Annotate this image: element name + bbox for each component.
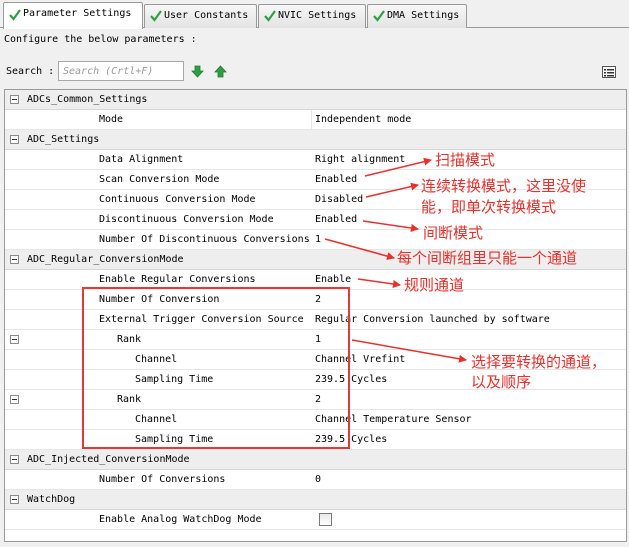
param-row-number-discontinuous[interactable]: Number Of Discontinuous Conversions 1 bbox=[5, 230, 626, 250]
annotation-scan: 扫描模式 bbox=[435, 151, 496, 169]
tab-dma-settings[interactable]: DMA Settings bbox=[367, 4, 467, 28]
check-icon bbox=[373, 10, 385, 22]
collapse-icon[interactable] bbox=[10, 335, 19, 344]
param-name: Number Of Discontinuous Conversions bbox=[99, 234, 310, 245]
annotation-select-1: 选择要转换的通道， bbox=[471, 353, 607, 371]
check-icon bbox=[9, 9, 21, 21]
tab-label: NVIC Settings bbox=[278, 10, 357, 21]
group-row-watchdog[interactable]: WatchDog bbox=[5, 490, 626, 510]
tab-bar: Parameter Settings User Constants NVIC S… bbox=[0, 0, 629, 29]
annotation-discontinuous: 间断模式 bbox=[423, 224, 484, 242]
arrow-down-icon[interactable] bbox=[191, 65, 204, 78]
group-title: ADC_Regular_ConversionMode bbox=[27, 254, 184, 265]
list-icon[interactable] bbox=[602, 66, 616, 78]
annotation-regular: 规则通道 bbox=[404, 276, 465, 294]
search-label: Search : bbox=[6, 66, 55, 77]
group-title: ADC_Settings bbox=[27, 134, 100, 145]
group-row-adc-settings[interactable]: ADC_Settings bbox=[5, 130, 626, 150]
check-icon bbox=[264, 10, 276, 22]
collapse-icon[interactable] bbox=[10, 95, 19, 104]
param-value[interactable]: Regular Conversion launched by software bbox=[315, 310, 550, 329]
tab-label: Parameter Settings bbox=[23, 8, 132, 19]
param-name: Continuous Conversion Mode bbox=[99, 194, 256, 205]
collapse-icon[interactable] bbox=[10, 135, 19, 144]
annotation-continuous-2: 能，即单次转换模式 bbox=[421, 198, 557, 216]
highlight-box bbox=[82, 287, 350, 449]
collapse-icon[interactable] bbox=[10, 255, 19, 264]
param-name: Discontinuous Conversion Mode bbox=[99, 214, 274, 225]
tab-parameter-settings[interactable]: Parameter Settings bbox=[3, 2, 143, 29]
group-title: ADCs_Common_Settings bbox=[27, 94, 148, 105]
collapse-icon[interactable] bbox=[10, 395, 19, 404]
annotation-continuous-1: 连续转换模式，这里没使 bbox=[421, 177, 587, 195]
group-row-injected-conversion[interactable]: ADC_Injected_ConversionMode bbox=[5, 450, 626, 470]
description-text: Configure the below parameters : bbox=[4, 34, 197, 45]
param-name: Mode bbox=[99, 114, 124, 125]
collapse-icon[interactable] bbox=[10, 495, 19, 504]
group-title: ADC_Injected_ConversionMode bbox=[27, 454, 190, 465]
group-title: WatchDog bbox=[27, 494, 76, 505]
param-value[interactable]: 1 bbox=[315, 230, 321, 249]
param-name: Enable Analog WatchDog Mode bbox=[99, 514, 262, 525]
param-value[interactable]: Disabled bbox=[315, 190, 363, 209]
param-row-analog-watchdog[interactable]: Enable Analog WatchDog Mode bbox=[5, 510, 626, 530]
watchdog-checkbox[interactable] bbox=[319, 513, 332, 526]
param-value[interactable]: Independent mode bbox=[315, 110, 411, 129]
param-name: Data Alignment bbox=[99, 154, 184, 165]
param-value[interactable]: 0 bbox=[315, 470, 321, 489]
param-row-injected-number[interactable]: Number Of Conversions 0 bbox=[5, 470, 626, 490]
tab-label: User Constants bbox=[164, 10, 249, 21]
param-value[interactable]: Enabled bbox=[315, 170, 357, 189]
group-row-adcs-common[interactable]: ADCs_Common_Settings bbox=[5, 90, 626, 110]
param-row-data-alignment[interactable]: Data Alignment Right alignment bbox=[5, 150, 626, 170]
annotation-select-2: 以及顺序 bbox=[471, 373, 532, 391]
arrow-up-icon[interactable] bbox=[214, 65, 227, 78]
tab-nvic-settings[interactable]: NVIC Settings bbox=[258, 4, 366, 28]
param-name: Scan Conversion Mode bbox=[99, 174, 220, 185]
annotation-one-channel: 每个间断组里只能一个通道 bbox=[397, 249, 578, 267]
param-value[interactable]: Enabled bbox=[315, 210, 357, 229]
collapse-icon[interactable] bbox=[10, 455, 19, 464]
check-icon bbox=[150, 10, 162, 22]
tab-label: DMA Settings bbox=[387, 10, 460, 21]
search-input[interactable] bbox=[58, 61, 184, 81]
param-name: Number Of Conversions bbox=[99, 474, 226, 485]
tab-user-constants[interactable]: User Constants bbox=[144, 4, 257, 28]
param-value[interactable]: Right alignment bbox=[315, 150, 405, 169]
param-row-mode[interactable]: Mode Independent mode bbox=[5, 110, 626, 130]
